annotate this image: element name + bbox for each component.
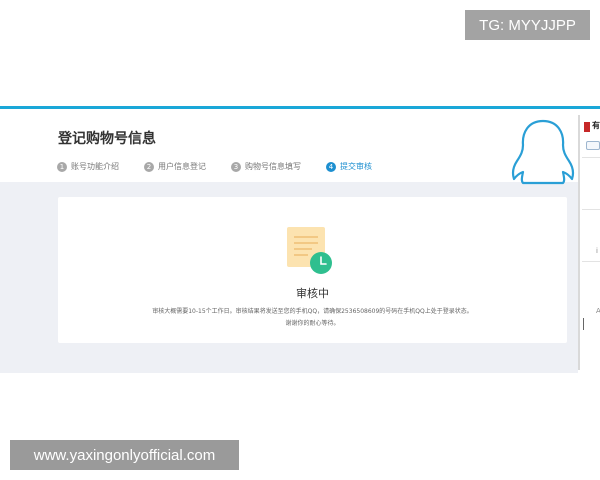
document-clock-icon <box>287 227 332 274</box>
side-chat-panel[interactable]: 有 i A <box>578 115 600 370</box>
status-thanks: 谢谢你的耐心等待。 <box>285 320 340 327</box>
step-1: 1 账号功能介绍 <box>57 161 119 172</box>
step-4-active: 4 提交审核 <box>326 161 372 172</box>
step-number-3: 3 <box>231 161 241 172</box>
side-divider <box>582 261 600 262</box>
step-number-4: 4 <box>326 161 336 172</box>
registration-page: 登记购物号信息 1 账号功能介绍 2 用户信息登记 3 购物号信息填写 4 提交… <box>0 109 578 373</box>
side-panel-title: 有 <box>592 121 600 130</box>
text-cursor <box>583 318 584 330</box>
step-label-4: 提交审核 <box>340 162 372 171</box>
chat-bubble-icon[interactable] <box>586 141 600 150</box>
page-title: 登记购物号信息 <box>58 131 156 147</box>
side-mark-i: i <box>596 247 598 255</box>
app-logo-icon <box>584 122 590 132</box>
step-label-1: 账号功能介绍 <box>71 162 119 171</box>
status-card: 审核中 审核大概需要10-15个工作日。审核结果将发送至您的手机QQ，请确保25… <box>58 197 567 343</box>
font-style-icon[interactable]: A <box>596 307 600 315</box>
step-3: 3 购物号信息填写 <box>231 161 301 172</box>
qq-penguin-icon <box>511 119 575 185</box>
status-title: 审核中 <box>296 287 329 300</box>
page-header: 登记购物号信息 1 账号功能介绍 2 用户信息登记 3 购物号信息填写 4 提交… <box>0 109 578 182</box>
step-label-3: 购物号信息填写 <box>245 162 301 171</box>
status-description: 审核大概需要10-15个工作日。审核结果将发送至您的手机QQ，请确保253650… <box>152 308 473 315</box>
step-indicator: 1 账号功能介绍 2 用户信息登记 3 购物号信息填写 4 提交审核 <box>57 161 397 172</box>
side-divider <box>582 157 600 158</box>
step-number-1: 1 <box>57 161 67 172</box>
step-number-2: 2 <box>144 161 154 172</box>
side-divider <box>582 209 600 210</box>
step-2: 2 用户信息登记 <box>144 161 206 172</box>
watermark-bottom: www.yaxingonlyofficial.com <box>10 440 239 470</box>
step-label-2: 用户信息登记 <box>158 162 206 171</box>
watermark-top: TG: MYYJJPP <box>465 10 590 40</box>
